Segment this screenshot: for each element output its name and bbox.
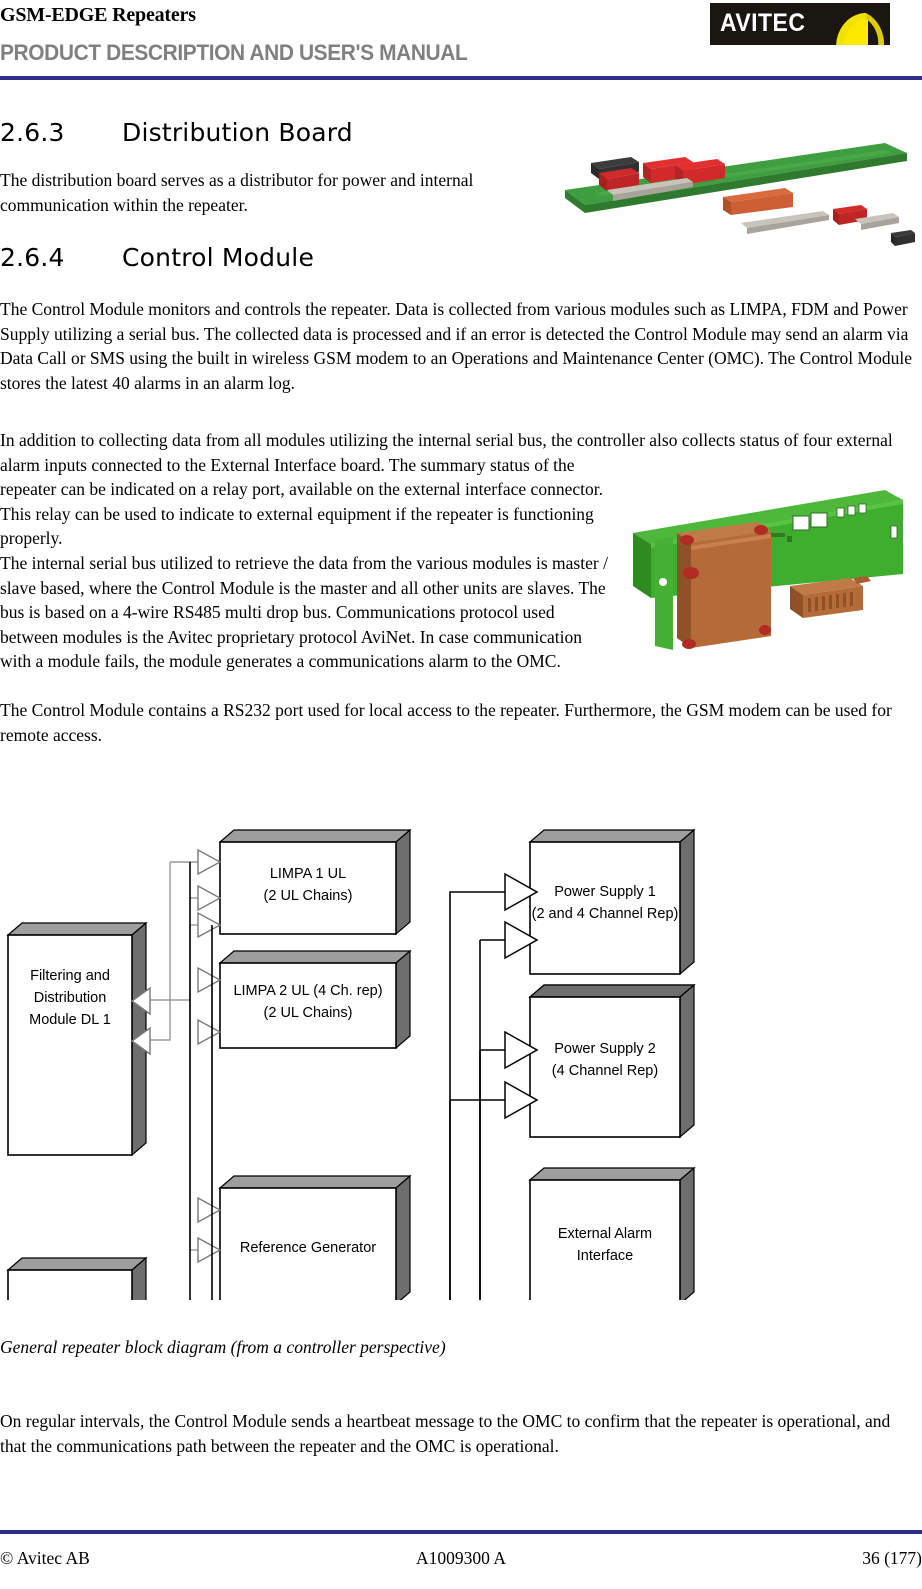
avitec-logo-text: AVITEC <box>720 9 806 37</box>
diagram-box-fdm-dl1: Filtering and Distribution Module DL 1 <box>6 921 148 1157</box>
footer-rule <box>0 1530 922 1534</box>
paragraph-263-body: The distribution board serves as a distr… <box>0 170 474 215</box>
diagram-box-external-alarm-interface: External Alarm Interface <box>528 1166 696 1300</box>
diagram-box-limpa2ul: LIMPA 2 UL (4 Ch. rep) (2 UL Chains) <box>218 949 412 1050</box>
svg-text:(4 Channel Rep): (4 Channel Rep) <box>552 1063 658 1079</box>
control-module-photo <box>615 478 910 658</box>
svg-text:(2 UL Chains): (2 UL Chains) <box>264 888 353 904</box>
distribution-board-photo <box>555 135 915 255</box>
paragraph-264-p1: The Control Module monitors and controls… <box>0 299 912 393</box>
diagram-box-fdm-dl2: Filtering and Distribution Module DL 2 (… <box>6 1256 148 1300</box>
svg-text:Power Supply 2: Power Supply 2 <box>554 1041 656 1057</box>
svg-text:Interface: Interface <box>577 1248 633 1264</box>
paragraph-264-p2b: repeater can be indicated on a relay por… <box>0 479 603 548</box>
svg-text:LIMPA 2 UL (4 Ch. rep): LIMPA 2 UL (4 Ch. rep) <box>233 983 382 999</box>
document-family-title: GSM-EDGE Repeaters <box>0 4 196 26</box>
svg-text:LIMPA 1 UL: LIMPA 1 UL <box>270 866 346 882</box>
footer-document-number: A1009300 A <box>416 1548 506 1568</box>
svg-text:(2 UL Chains): (2 UL Chains) <box>264 1005 353 1021</box>
page-footer: © Avitec AB A1009300 A 36 (177) <box>0 1530 922 1589</box>
svg-text:(2 and 4 Channel Rep): (2 and 4 Channel Rep) <box>532 906 679 922</box>
heading-264-number: 2.6.4 <box>0 243 65 272</box>
heading-264: 2.6.4 Control Module <box>0 243 314 272</box>
page-header: GSM-EDGE Repeaters PRODUCT DESCRIPTION A… <box>0 0 922 90</box>
diagram-box-power-supply-1: Power Supply 1 (2 and 4 Channel Rep) <box>528 828 696 976</box>
paragraph-264-p3: The internal serial bus utilized to retr… <box>0 553 608 671</box>
svg-text:Filtering and: Filtering and <box>30 968 110 984</box>
repeater-block-diagram: .blk-face { fill:#ffffff; stroke:#000000… <box>0 780 922 1300</box>
diagram-caption: General repeater block diagram (from a c… <box>0 1337 446 1357</box>
diagram-box-reference-generator: Reference Generator <box>218 1174 412 1300</box>
heading-263-number: 2.6.3 <box>0 118 65 147</box>
paragraph-264-p2a: In addition to collecting data from all … <box>0 430 893 475</box>
avitec-logo: AVITEC <box>710 3 890 45</box>
svg-text:External Alarm: External Alarm <box>558 1226 652 1242</box>
avitec-fan-icon <box>836 13 885 45</box>
heading-264-title: Control Module <box>122 243 315 272</box>
paragraph-264-p5: On regular intervals, the Control Module… <box>0 1411 891 1456</box>
svg-text:Power Supply 1: Power Supply 1 <box>554 884 656 900</box>
manual-title: PRODUCT DESCRIPTION AND USER'S MANUAL <box>0 40 468 65</box>
svg-text:Reference Generator: Reference Generator <box>240 1240 376 1256</box>
heading-263: 2.6.3 Distribution Board <box>0 118 353 147</box>
paragraph-264-p4: The Control Module contains a RS232 port… <box>0 700 892 745</box>
svg-text:Distribution: Distribution <box>34 990 107 1006</box>
svg-text:Module DL 1: Module DL 1 <box>29 1012 111 1028</box>
diagram-box-limpa1ul: LIMPA 1 UL (2 UL Chains) <box>218 828 412 936</box>
header-rule <box>0 76 922 80</box>
heading-263-title: Distribution Board <box>122 118 353 147</box>
footer-page-number: 36 (177) <box>862 1548 922 1568</box>
diagram-box-power-supply-2: Power Supply 2 (4 Channel Rep) <box>528 983 696 1139</box>
